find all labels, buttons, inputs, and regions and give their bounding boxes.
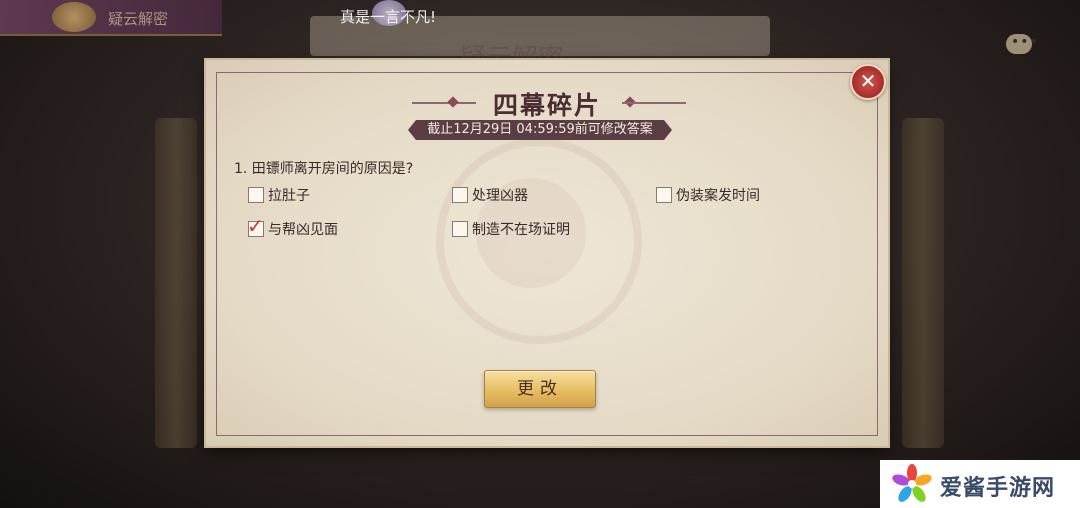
dialog-header: 四幕碎片 bbox=[206, 86, 888, 120]
deadline-banner: 截止12月29日 04:59:59前可修改答案 bbox=[408, 120, 672, 140]
tab-emblem-icon bbox=[52, 2, 96, 32]
option-1-checkbox[interactable] bbox=[248, 187, 264, 203]
option-3[interactable]: 伪装案发时间 bbox=[656, 184, 760, 206]
close-icon: ✕ bbox=[859, 69, 877, 93]
option-4-checkbox[interactable]: ✓ bbox=[247, 214, 264, 238]
option-4-label: 与帮凶见面 bbox=[268, 222, 338, 238]
title-ornament-right bbox=[622, 102, 686, 104]
checkmark-icon: ✓ bbox=[247, 214, 264, 238]
dialog-title: 四幕碎片 bbox=[492, 91, 601, 120]
chat-icon: ••• bbox=[1011, 34, 1039, 50]
close-button[interactable]: ✕ bbox=[850, 64, 886, 100]
question-text: 1. 田镖师离开房间的原因是? bbox=[234, 161, 414, 177]
option-5-label: 制造不在场证明 bbox=[472, 222, 570, 238]
option-1-label: 拉肚子 bbox=[268, 188, 310, 204]
site-watermark-text: 爱酱手游网 bbox=[940, 476, 1056, 501]
right-scroll-roller bbox=[902, 118, 944, 448]
option-2[interactable]: 处理凶器 bbox=[452, 184, 528, 206]
change-answer-button[interactable]: 更改 bbox=[484, 370, 596, 408]
answer-dialog: 四幕碎片 截止12月29日 04:59:59前可修改答案 1. 田镖师离开房间的… bbox=[206, 60, 888, 446]
option-5[interactable]: 制造不在场证明 bbox=[452, 218, 570, 240]
background-tab-label: 疑云解密 bbox=[108, 10, 169, 28]
left-scroll-roller bbox=[155, 118, 197, 448]
option-3-label: 伪装案发时间 bbox=[676, 188, 760, 204]
site-watermark-logo: 爱酱手游网 bbox=[880, 460, 1080, 508]
option-2-checkbox[interactable] bbox=[452, 187, 468, 203]
option-1[interactable]: 拉肚子 bbox=[248, 184, 310, 206]
flower-logo-icon bbox=[892, 464, 932, 502]
option-4[interactable]: ✓ 与帮凶见面 bbox=[247, 214, 338, 240]
option-5-checkbox[interactable] bbox=[452, 221, 468, 237]
option-3-checkbox[interactable] bbox=[656, 187, 672, 203]
option-2-label: 处理凶器 bbox=[472, 188, 528, 204]
top-message: 真是一言不凡! bbox=[340, 8, 437, 26]
